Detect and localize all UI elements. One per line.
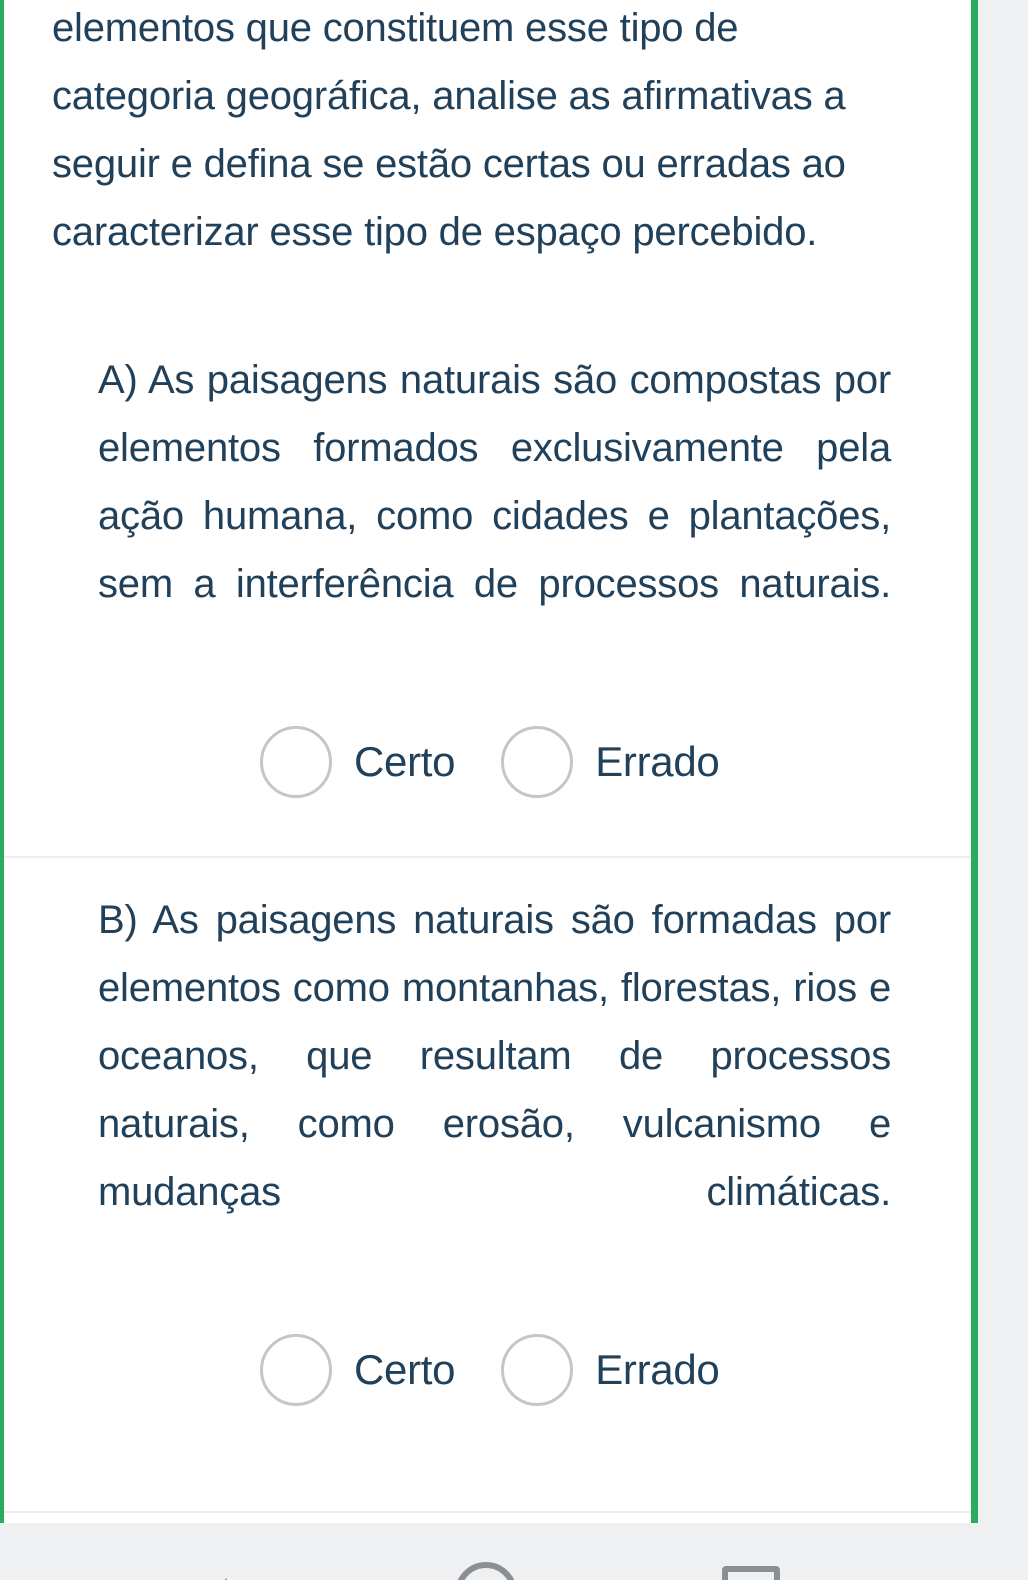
affirmative-a-option-errado[interactable]: Errado <box>501 726 720 798</box>
page-root: elementos que constituem esse tipo de ca… <box>0 0 1028 1580</box>
card-bottom-divider <box>4 1511 971 1513</box>
question-statement: elementos que constituem esse tipo de ca… <box>4 0 971 266</box>
affirmative-b-text: B) As paisagens naturais são formadas po… <box>98 898 891 1214</box>
circle-home-icon[interactable] <box>455 1562 517 1580</box>
option-label: Certo <box>354 738 456 785</box>
radio-icon[interactable] <box>501 1334 574 1406</box>
option-label: Errado <box>595 738 720 785</box>
affirmatives-list: A) As paisagens naturais são compostas p… <box>4 318 971 1464</box>
statement-paragraph: elementos que constituem esse tipo de ca… <box>52 6 846 254</box>
affirmative-a-option-certo[interactable]: Certo <box>260 726 456 798</box>
radio-icon[interactable] <box>260 1334 332 1406</box>
question-card: elementos que constituem esse tipo de ca… <box>0 0 978 1523</box>
option-label: Errado <box>595 1346 720 1393</box>
affirmative-a-options: Certo Errado <box>52 686 891 856</box>
affirmative-item-b: B) As paisagens naturais são formadas po… <box>4 856 971 1464</box>
option-label: Certo <box>354 1346 456 1393</box>
affirmative-item-a: A) As paisagens naturais são compostas p… <box>4 318 971 856</box>
square-recents-icon[interactable] <box>722 1566 780 1580</box>
affirmative-b-option-certo[interactable]: Certo <box>260 1334 456 1406</box>
affirmative-a-text: A) As paisagens naturais são compostas p… <box>98 358 891 606</box>
system-navigation-bar <box>0 1562 1028 1580</box>
radio-icon[interactable] <box>260 726 332 798</box>
radio-icon[interactable] <box>501 726 574 798</box>
affirmative-b-option-errado[interactable]: Errado <box>501 1334 720 1406</box>
affirmative-b-options: Certo Errado <box>52 1294 891 1464</box>
